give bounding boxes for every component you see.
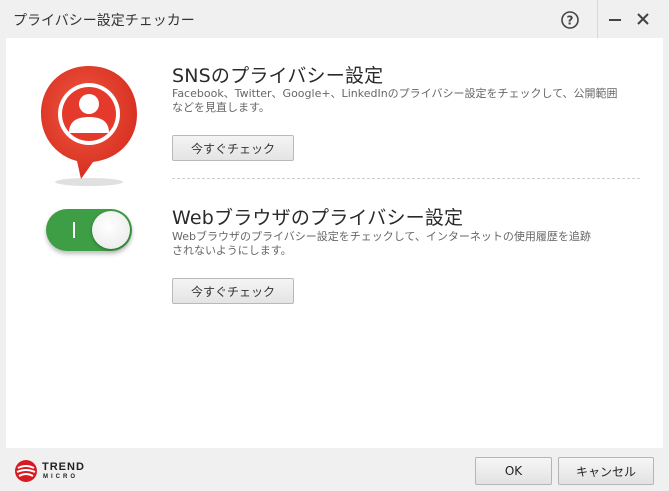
footer-bar: TREND MICRO OK キャンセル [0,448,669,491]
toggle-on-indicator [73,222,75,238]
section-divider [172,178,640,179]
toggle-knob [92,211,130,249]
web-privacy-toggle[interactable] [46,209,132,251]
titlebar-divider [597,0,598,38]
sns-section-title: SNSのプライバシー設定 [172,65,384,87]
minimize-icon[interactable] [606,10,624,28]
web-section-description: Webブラウザのプライバシー設定をチェックして、インターネットの使用履歴を追跡 … [172,230,652,258]
logo-text-micro: MICRO [43,474,78,480]
help-icon[interactable]: ? [560,10,580,30]
window-title: プライバシー設定チェッカー [13,13,195,29]
ok-button[interactable]: OK [475,457,552,485]
close-icon[interactable] [634,10,652,28]
sns-desc-line2: などを見直します。 [172,101,270,114]
sns-desc-line1: Facebook、Twitter、Google+、LinkedInのプライバシー… [172,87,618,100]
web-check-now-button[interactable]: 今すぐチェック [172,278,294,304]
sns-section-description: Facebook、Twitter、Google+、LinkedInのプライバシー… [172,87,652,115]
svg-text:?: ? [567,14,574,28]
main-panel: SNSのプライバシー設定 Facebook、Twitter、Google+、Li… [6,38,663,448]
sns-check-now-button[interactable]: 今すぐチェック [172,135,294,161]
trend-micro-logo: TREND MICRO [14,459,94,483]
logo-text-trend: TREND [42,461,85,473]
title-bar: プライバシー設定チェッカー ? [0,0,669,38]
cancel-button[interactable]: キャンセル [558,457,654,485]
trend-micro-logo-icon [14,459,38,483]
web-section-title: Webブラウザのプライバシー設定 [172,207,464,229]
sns-profile-icon [33,58,145,188]
web-desc-line2: されないようにします。 [172,244,292,257]
web-desc-line1: Webブラウザのプライバシー設定をチェックして、インターネットの使用履歴を追跡 [172,230,591,243]
